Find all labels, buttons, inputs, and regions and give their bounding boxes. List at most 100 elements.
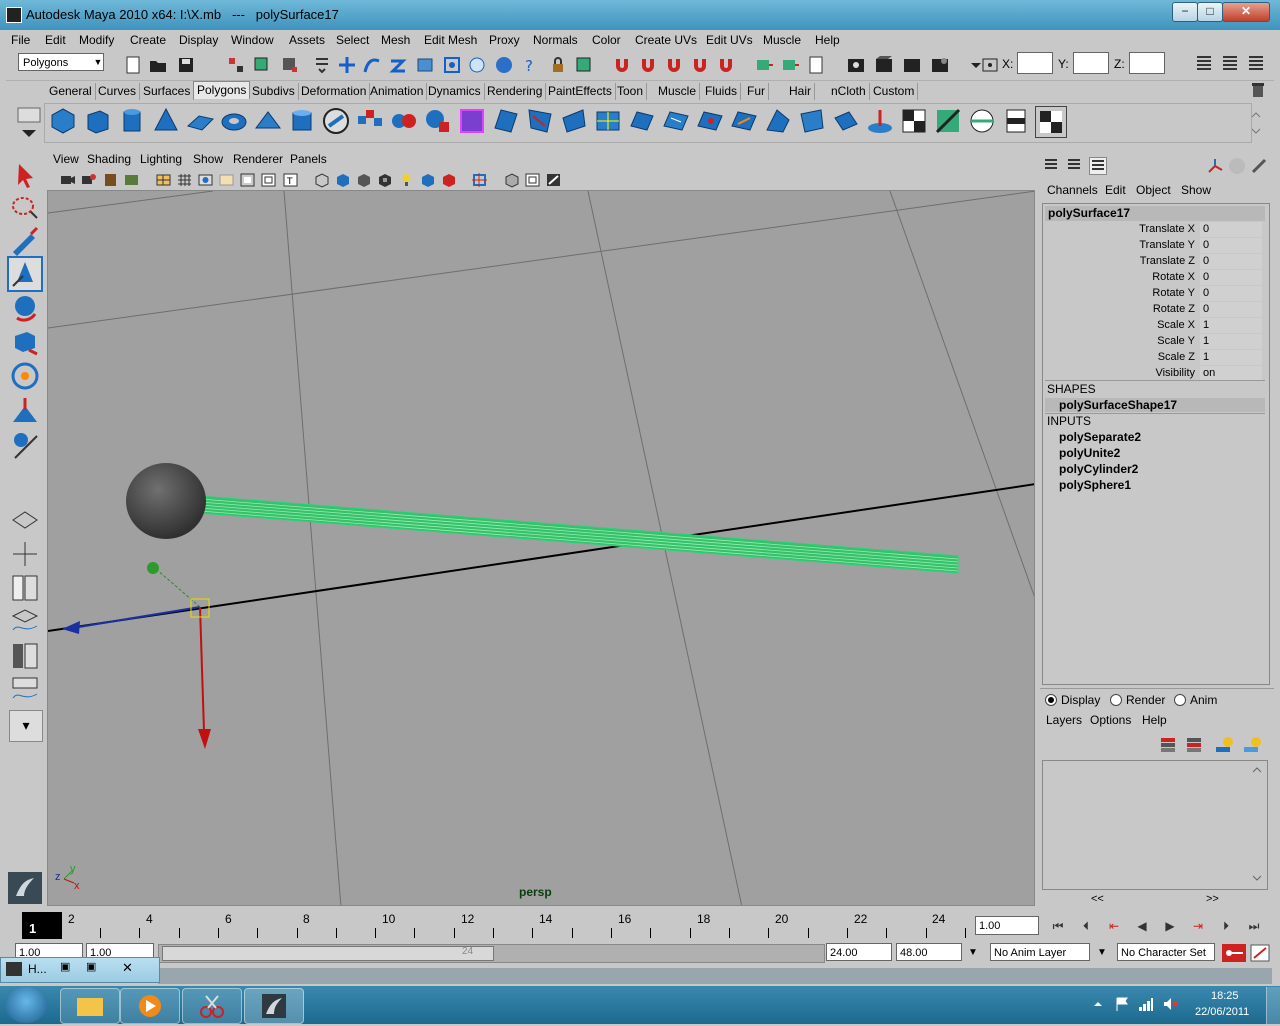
attribute-row-scale-y[interactable]: Scale Y 1 [1045,334,1265,350]
xray-components-icon[interactable] [545,172,562,188]
tab-dynamics[interactable]: Dynamics [425,83,485,100]
hypershade-persp-layout-icon[interactable] [9,640,41,672]
panel-menu-panels[interactable]: Panels [290,152,327,166]
poly-helix-icon[interactable] [321,106,351,136]
pick-icon[interactable] [1250,157,1268,175]
tab-fur[interactable]: Fur [744,83,769,100]
layer-options-menu[interactable]: Options [1090,713,1131,727]
time-slider[interactable] [20,910,970,940]
save-scene-icon[interactable] [176,55,196,75]
soft-modification-tool-icon[interactable] [9,396,41,428]
bevel-icon[interactable] [729,106,759,136]
poly-torus-icon[interactable] [219,106,249,136]
channel-layer-view-icon[interactable] [1089,157,1107,175]
tab-fluids[interactable]: Fluids [702,83,742,100]
render-current-frame-icon[interactable] [846,55,866,75]
history-icon[interactable] [467,55,487,75]
scale-tool-icon[interactable] [9,326,41,358]
menu-create-uvs[interactable]: Create UVs [635,33,697,47]
channel-box-toggle-icon[interactable] [1246,53,1266,73]
taskbar-maya[interactable] [244,988,304,1024]
cylindrical-mapping-icon[interactable] [1001,106,1031,136]
layers-menu[interactable]: Layers [1046,713,1082,727]
open-scene-icon[interactable] [148,55,168,75]
scroll-left-button[interactable]: << [1091,893,1104,905]
attribute-value-field[interactable]: 0 [1200,238,1262,253]
trash-icon[interactable] [1251,82,1265,98]
split-polygon-icon[interactable] [593,106,623,136]
scene-canvas[interactable] [48,191,1035,906]
shelf-menu-icon[interactable] [16,106,42,142]
input-node-item[interactable]: polySeparate2 [1059,430,1141,444]
magnet-point-icon[interactable] [664,55,684,75]
step-back-frame-button[interactable]: ⏴ [1074,916,1098,936]
close-button[interactable]: ✕ [1222,2,1270,22]
maya-app-icon[interactable] [6,7,22,23]
magnet-live-icon[interactable] [716,55,736,75]
snap-to-grid-icon[interactable] [337,55,357,75]
range-inner-end-field[interactable]: 24.00 [826,943,892,961]
wireframe-on-shaded-icon[interactable] [155,172,172,188]
sun-layer-selected-icon[interactable] [1242,734,1264,756]
layer-editor-view-icon[interactable] [1066,157,1082,173]
output-ops-icon[interactable] [780,55,800,75]
persp-graph-layout-icon[interactable] [9,606,41,638]
menu-color[interactable]: Color [592,33,621,47]
channels-menu[interactable]: Channels [1047,183,1098,197]
shelf-scroll-icon[interactable] [1250,108,1262,138]
attribute-row-translate-y[interactable]: Translate Y 0 [1045,238,1265,254]
xray-joints-icon[interactable] [524,172,541,188]
tool-settings-toggle-icon[interactable] [1220,53,1240,73]
move-manipulator[interactable] [62,562,211,749]
anim-layer-select[interactable]: No Anim Layer [990,943,1090,961]
tab-deformation[interactable]: Deformation [298,83,371,100]
persp-graph-hypergraph-layout-icon[interactable] [9,674,41,706]
play-backwards-button[interactable]: ◀ [1130,916,1154,936]
minimize-button[interactable]: − [1172,2,1198,22]
attribute-value-field[interactable]: 0 [1200,302,1262,317]
sphere-render-icon[interactable] [1228,157,1246,175]
menu-mesh[interactable]: Mesh [381,33,410,47]
attribute-value-field[interactable]: 1 [1200,318,1262,333]
menu-edit-uvs[interactable]: Edit UVs [706,33,753,47]
single-perspective-layout-icon[interactable] [9,504,41,536]
attribute-value-field[interactable]: 0 [1200,254,1262,269]
attribute-row-scale-z[interactable]: Scale Z 1 [1045,350,1265,366]
new-layer-icon[interactable] [1158,734,1180,756]
range-end-field[interactable]: 48.00 [896,943,962,961]
poly-sphere-mesh[interactable] [126,463,206,539]
merge-vertices-icon[interactable] [695,106,725,136]
spherical-mapping-icon[interactable] [967,106,997,136]
step-back-key-button[interactable]: ⇤ [1102,916,1126,936]
attribute-row-rotate-z[interactable]: Rotate Z 0 [1045,302,1265,318]
go-to-end-button[interactable]: ⏭ [1242,916,1266,936]
axis-tripod-icon[interactable] [1206,157,1224,175]
menu-create[interactable]: Create [130,33,166,47]
menu-window[interactable]: Window [231,33,274,47]
menu-select[interactable]: Select [336,33,369,47]
layout-options-chevron-down-icon[interactable]: ▾ [9,710,43,742]
chevron-down-icon[interactable]: ▼ [1097,947,1107,958]
poly-prism-icon[interactable] [253,106,283,136]
network-icon[interactable] [1138,996,1154,1012]
poly-sphere-icon[interactable] [48,106,78,136]
tab-rendering[interactable]: Rendering [484,83,547,100]
menu-file[interactable]: File [11,33,30,47]
tab-muscle[interactable]: Muscle [655,83,701,100]
layer-list-scrollbar[interactable] [1250,762,1264,886]
automatic-mapping-icon[interactable] [1035,106,1067,138]
chevron-down-icon[interactable]: ▼ [968,947,978,958]
menu-edit[interactable]: Edit [45,33,66,47]
maximize-button[interactable]: □ [1197,2,1223,22]
attribute-value-field[interactable]: 1 [1200,350,1262,365]
tab-hair[interactable]: Hair [786,83,816,100]
ipr-render-icon[interactable] [874,55,894,75]
wedge-icon[interactable] [763,106,793,136]
perspective-viewport[interactable]: y z x [47,190,1035,906]
snap-to-view-plane-icon[interactable] [415,55,435,75]
tab-animation[interactable]: Animation [367,83,428,100]
range-slider-handle[interactable] [162,946,494,961]
chevron-down-icon[interactable]: ▼ [92,55,104,69]
separate-icon[interactable] [389,106,419,136]
scroll-right-button[interactable]: >> [1206,893,1219,905]
